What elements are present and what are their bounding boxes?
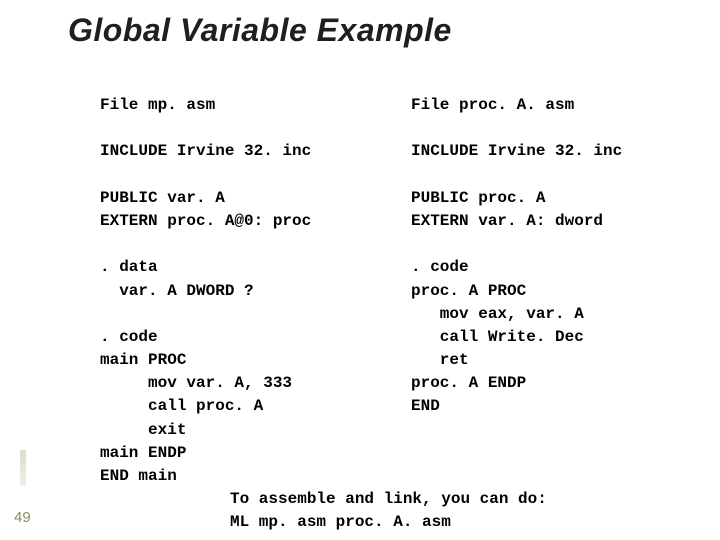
right-code2: mov eax, var. A — [411, 305, 584, 323]
left-code6: END main — [100, 467, 177, 485]
two-columns: File mp. asm INCLUDE Irvine 32. inc PUBL… — [100, 94, 690, 488]
page-title: Global Variable Example — [68, 12, 452, 49]
left-code0: . code — [100, 328, 158, 346]
footer-line1: To assemble and link, you can do: — [230, 490, 547, 508]
right-code6: END — [411, 397, 440, 415]
left-code5: main ENDP — [100, 444, 186, 462]
side-decoration — [20, 450, 26, 486]
right-code1: proc. A PROC — [411, 282, 526, 300]
right-column: File proc. A. asm INCLUDE Irvine 32. inc… — [411, 94, 690, 488]
right-include: INCLUDE Irvine 32. inc — [411, 142, 622, 160]
slide-number: 49 — [14, 509, 31, 526]
left-data2: var. A DWORD ? — [100, 282, 254, 300]
left-decl1: PUBLIC var. A — [100, 189, 225, 207]
left-code2: mov var. A, 333 — [100, 374, 292, 392]
left-column: File mp. asm INCLUDE Irvine 32. inc PUBL… — [100, 94, 379, 488]
left-code3: call proc. A — [100, 397, 263, 415]
left-code1: main PROC — [100, 351, 186, 369]
content-area: File mp. asm INCLUDE Irvine 32. inc PUBL… — [100, 94, 690, 535]
right-file: File proc. A. asm — [411, 96, 574, 114]
right-code5: proc. A ENDP — [411, 374, 526, 392]
right-decl1: PUBLIC proc. A — [411, 189, 545, 207]
footer-block: To assemble and link, you can do: ML mp.… — [230, 488, 690, 534]
left-include: INCLUDE Irvine 32. inc — [100, 142, 311, 160]
right-code3: call Write. Dec — [411, 328, 584, 346]
right-code0: . code — [411, 258, 469, 276]
left-file: File mp. asm — [100, 96, 215, 114]
right-decl2: EXTERN var. A: dword — [411, 212, 603, 230]
slide: Global Variable Example File mp. asm INC… — [0, 0, 720, 540]
left-decl2: EXTERN proc. A@0: proc — [100, 212, 311, 230]
footer-line2: ML mp. asm proc. A. asm — [230, 513, 451, 531]
left-data1: . data — [100, 258, 158, 276]
left-code4: exit — [100, 421, 186, 439]
right-code4: ret — [411, 351, 469, 369]
